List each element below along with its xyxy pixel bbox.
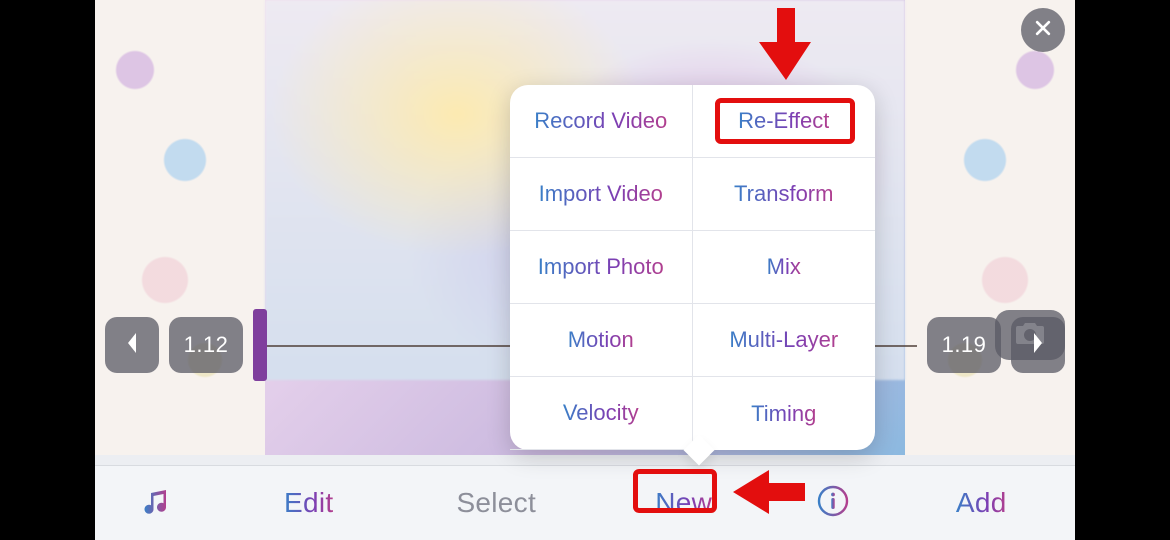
music-note-icon [140, 486, 170, 521]
menu-item-motion[interactable]: Motion [510, 304, 693, 377]
info-icon [816, 484, 850, 523]
time-end-chip[interactable]: 1.19 [927, 317, 1001, 373]
menu-item-multi-layer[interactable]: Multi-Layer [693, 304, 876, 377]
menu-item-mix[interactable]: Mix [693, 231, 876, 304]
menu-item-label: Re-Effect [738, 108, 829, 134]
background-doodle-left [95, 0, 265, 455]
menu-item-record-video[interactable]: Record Video [510, 85, 693, 158]
menu-item-velocity[interactable]: Velocity [510, 377, 693, 450]
menu-item-label: Velocity [563, 400, 639, 426]
close-button[interactable] [1021, 8, 1065, 52]
background-doodle-right [905, 0, 1075, 455]
chevron-left-icon [124, 331, 140, 360]
menu-item-timing[interactable]: Timing [693, 377, 876, 450]
close-icon [1033, 18, 1053, 43]
prev-clip-button[interactable] [105, 317, 159, 373]
time-start-chip[interactable]: 1.12 [169, 317, 243, 373]
menu-item-re-effect[interactable]: Re-Effect [693, 85, 876, 158]
edit-tab[interactable]: Edit [215, 466, 403, 540]
new-tab-label: New [655, 487, 712, 519]
menu-item-label: Import Video [539, 181, 663, 207]
menu-item-label: Import Photo [538, 254, 664, 280]
music-button[interactable] [95, 466, 215, 540]
time-end-label: 1.19 [942, 332, 987, 358]
new-tab[interactable]: New [590, 466, 778, 540]
add-tab[interactable]: Add [888, 466, 1076, 540]
add-tab-label: Add [956, 487, 1007, 519]
letterbox-right [1075, 0, 1170, 540]
menu-item-label: Multi-Layer [729, 327, 838, 353]
bottom-toolbar: Edit Select New Add [95, 465, 1075, 540]
chevron-right-icon [1030, 331, 1046, 360]
menu-item-import-photo[interactable]: Import Photo [510, 231, 693, 304]
video-editor-screen: 1.12 1.19 Edit [95, 0, 1075, 540]
menu-item-label: Timing [751, 401, 816, 427]
select-tab[interactable]: Select [403, 466, 591, 540]
letterbox-left [0, 0, 95, 540]
new-menu-popover: Record Video Re-Effect Import Video Tran… [510, 85, 875, 450]
menu-item-transform[interactable]: Transform [693, 158, 876, 231]
menu-item-label: Transform [734, 181, 833, 207]
menu-item-label: Motion [568, 327, 634, 353]
playhead[interactable] [253, 309, 267, 381]
menu-item-label: Record Video [534, 108, 667, 134]
time-start-label: 1.12 [184, 332, 229, 358]
info-button[interactable] [778, 466, 888, 540]
menu-item-import-video[interactable]: Import Video [510, 158, 693, 231]
select-tab-label: Select [456, 487, 536, 519]
next-clip-button[interactable] [1011, 317, 1065, 373]
edit-tab-label: Edit [284, 487, 333, 519]
menu-item-label: Mix [767, 254, 801, 280]
